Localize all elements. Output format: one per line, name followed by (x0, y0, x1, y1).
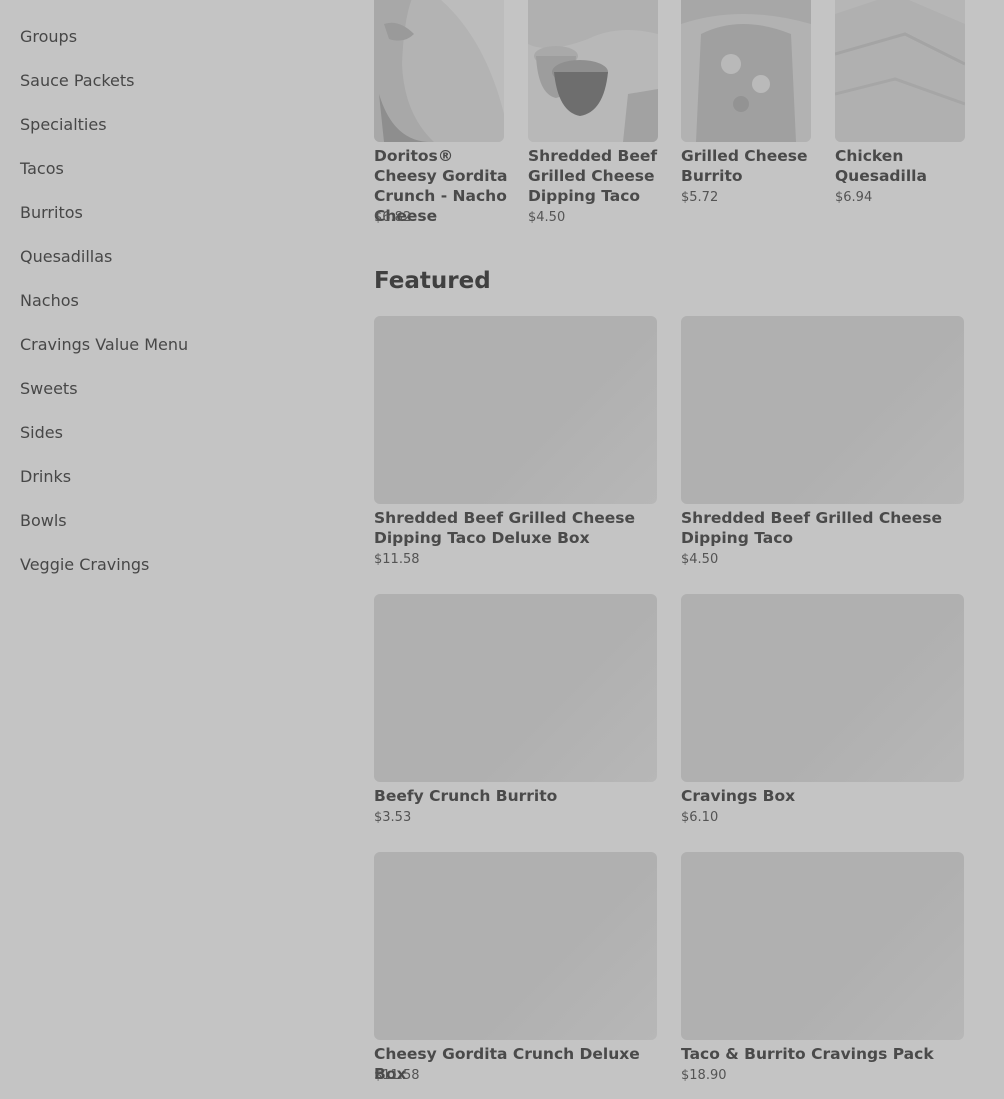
product-image[interactable] (528, 0, 658, 142)
sidebar-item-sweets[interactable]: Sweets (20, 379, 78, 398)
product-name[interactable]: Taco & Burrito Cravings Pack (681, 1044, 964, 1064)
product-image-placeholder[interactable] (374, 316, 657, 504)
featured-section-title: Featured (374, 268, 491, 294)
sidebar-item-veggie-cravings[interactable]: Veggie Cravings (20, 555, 149, 574)
sidebar-item-nachos[interactable]: Nachos (20, 291, 79, 310)
product-image[interactable] (681, 0, 811, 142)
sidebar-item-specialties[interactable]: Specialties (20, 115, 107, 134)
quesadilla-photo (835, 0, 965, 142)
product-name[interactable]: Shredded Beef Grilled Cheese Dipping Tac… (374, 508, 657, 548)
product-price: $6.94 (835, 190, 873, 205)
product-price: $6.82 (374, 210, 412, 225)
sidebar-item-tacos[interactable]: Tacos (20, 159, 64, 178)
product-price: $6.10 (681, 810, 719, 825)
sidebar-item-bowls[interactable]: Bowls (20, 511, 67, 530)
dipping-taco-photo (528, 0, 658, 142)
product-image-placeholder[interactable] (681, 594, 964, 782)
product-name[interactable]: Beefy Crunch Burrito (374, 786, 657, 806)
taco-photo (374, 0, 504, 142)
sidebar-item-drinks[interactable]: Drinks (20, 467, 71, 486)
product-image-placeholder[interactable] (374, 852, 657, 1040)
product-name[interactable]: Shredded Beef Grilled Cheese Dipping Tac… (528, 146, 663, 206)
product-name[interactable]: Cravings Box (681, 786, 964, 806)
product-image[interactable] (374, 0, 504, 142)
sidebar-item-groups[interactable]: Groups (20, 27, 77, 46)
sidebar-item-quesadillas[interactable]: Quesadillas (20, 247, 112, 266)
product-image-placeholder[interactable] (681, 852, 964, 1040)
sidebar-item-cravings-value-menu[interactable]: Cravings Value Menu (20, 335, 188, 354)
burrito-photo (681, 0, 811, 142)
product-image-placeholder[interactable] (681, 316, 964, 504)
product-price: $11.58 (374, 552, 420, 567)
sidebar-item-burritos[interactable]: Burritos (20, 203, 83, 222)
product-price: $4.50 (528, 210, 566, 225)
product-image-placeholder[interactable] (374, 594, 657, 782)
product-price: $11.58 (374, 1068, 420, 1083)
product-price: $4.50 (681, 552, 719, 567)
product-name[interactable]: Shredded Beef Grilled Cheese Dipping Tac… (681, 508, 964, 548)
product-price: $5.72 (681, 190, 719, 205)
product-name[interactable]: Chicken Quesadilla (835, 146, 970, 186)
sidebar-item-sauce-packets[interactable]: Sauce Packets (20, 71, 135, 90)
product-price: $3.53 (374, 810, 412, 825)
product-price: $18.90 (681, 1068, 727, 1083)
product-image[interactable] (835, 0, 965, 142)
sidebar-item-sides[interactable]: Sides (20, 423, 63, 442)
product-name[interactable]: Grilled Cheese Burrito (681, 146, 816, 186)
